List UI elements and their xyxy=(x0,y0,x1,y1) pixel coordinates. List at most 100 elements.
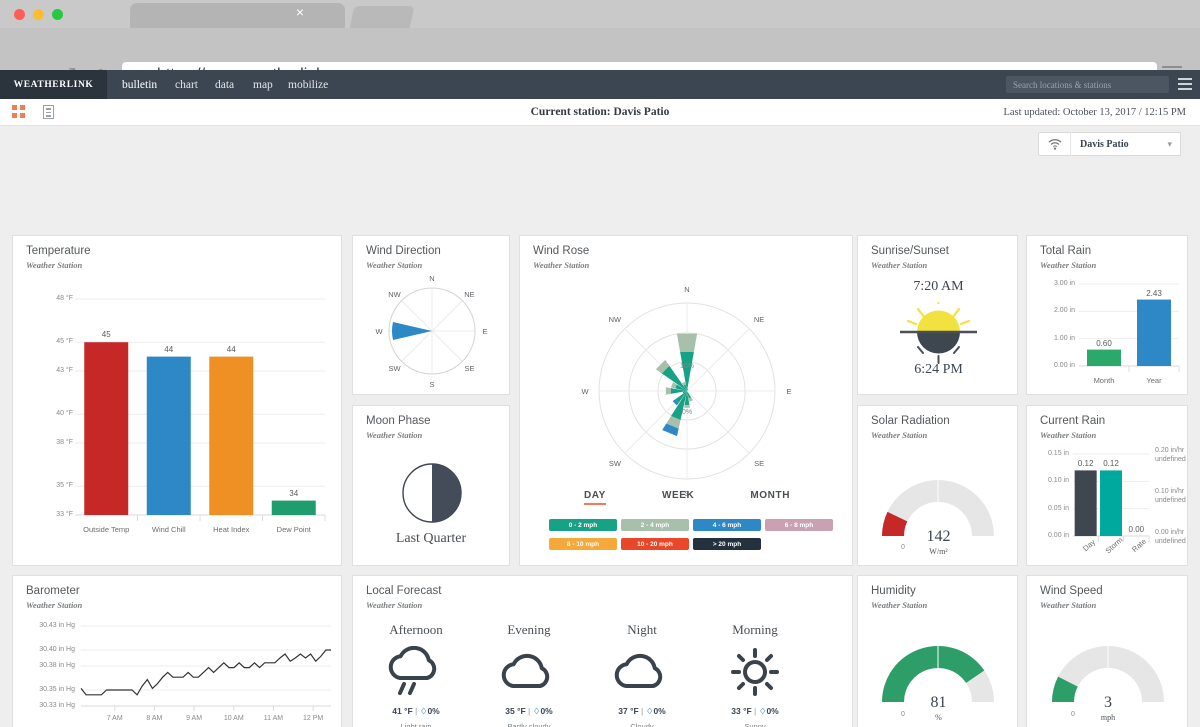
forecast-precip: 0% xyxy=(766,706,778,716)
nav-item-data[interactable]: data xyxy=(215,70,234,99)
card-total-rain[interactable]: Total Rain Weather Station 3.00 in2.00 i… xyxy=(1026,235,1188,395)
current-rain-y-tick: 0.10 in xyxy=(1031,477,1069,484)
card-subtitle: Weather Station xyxy=(26,600,82,610)
wind-rose-tab-day[interactable]: DAY xyxy=(584,490,606,505)
temperature-bar-value: 34 xyxy=(269,489,319,498)
temperature-y-tick: 43 °F xyxy=(39,367,73,374)
weatherlink-app: WEATHERLINK bulletin chart data map mobi… xyxy=(0,70,1200,727)
card-current-rain[interactable]: Current Rain Weather Station 0.15 in0.10… xyxy=(1026,405,1188,566)
separator: | xyxy=(754,706,756,716)
card-sunrise-sunset[interactable]: Sunrise/Sunset Weather Station 7:20 AM xyxy=(857,235,1018,395)
forecast-column: Night37 °F | ♢0%Cloudy xyxy=(587,622,697,727)
wind-rose-legend-item: 4 - 6 mph xyxy=(693,519,761,531)
barometer-y-tick: 30.43 in Hg xyxy=(19,622,75,629)
close-tab-icon[interactable]: × xyxy=(293,6,307,20)
barometer-y-tick: 30.35 in Hg xyxy=(19,686,75,693)
wind-rose-period-tabs[interactable]: DAY WEEK MONTH xyxy=(520,490,854,505)
close-window-button[interactable] xyxy=(14,9,25,20)
humidity-value: 81 xyxy=(858,694,1019,712)
browser-tab-inactive[interactable] xyxy=(350,6,415,28)
card-solar-radiation[interactable]: Solar Radiation Weather Station 142 W/m²… xyxy=(857,405,1018,566)
wind-rose-legend-item: 2 - 4 mph xyxy=(621,519,689,531)
card-title: Temperature xyxy=(26,245,91,257)
card-subtitle: Weather Station xyxy=(1040,260,1096,270)
browser-window: × ← → ↻ ☖ https://www.weatherlink.com WE… xyxy=(0,0,1200,727)
compass-label-sw: SW xyxy=(381,364,409,373)
wind-rose-tab-month[interactable]: MONTH xyxy=(750,490,790,505)
card-title: Humidity xyxy=(871,585,916,597)
wind-rose-legend-item: 10 - 20 mph xyxy=(621,538,689,550)
forecast-period: Night xyxy=(587,622,697,638)
card-local-forecast[interactable]: Local Forecast Weather Station Afternoon… xyxy=(352,575,853,727)
card-temperature[interactable]: Temperature Weather Station 48 °F45 °F43… xyxy=(12,235,342,566)
wind-rose-tab-week[interactable]: WEEK xyxy=(662,490,694,505)
sun-icon xyxy=(719,646,791,698)
sunrise-time: 7:20 AM xyxy=(858,279,1019,295)
separator: | xyxy=(528,706,530,716)
app-logo[interactable]: WEATHERLINK xyxy=(0,70,107,99)
total-rain-bar-value: 0.60 xyxy=(1082,339,1126,348)
card-barometer[interactable]: Barometer Weather Station 30.43 in Hg30.… xyxy=(12,575,342,727)
separator: | xyxy=(641,706,643,716)
card-wind-speed[interactable]: Wind Speed Weather Station 3 mph 0 xyxy=(1026,575,1188,727)
last-updated-text: Last updated: October 13, 2017 / 12:15 P… xyxy=(1003,99,1186,126)
card-title: Sunrise/Sunset xyxy=(871,245,949,257)
forecast-temp-value: 37 °F xyxy=(618,706,638,716)
card-subtitle: Weather Station xyxy=(26,260,82,270)
dashboard-grid: Temperature Weather Station 48 °F45 °F43… xyxy=(0,126,1200,727)
nav-item-mobilize[interactable]: mobilize xyxy=(288,70,328,99)
wind-rose-polar-chart: 10% 0% xyxy=(520,268,854,483)
temperature-y-tick: 38 °F xyxy=(39,439,73,446)
browser-tab-active[interactable] xyxy=(130,3,345,28)
card-title: Current Rain xyxy=(1040,415,1105,427)
forecast-icon-wrap xyxy=(474,646,584,698)
wind-rose-legend-item: 8 - 10 mph xyxy=(549,538,617,550)
card-moon-phase[interactable]: Moon Phase Weather Station Last Quarter xyxy=(352,405,510,566)
wind-rose-legend-item: > 20 mph xyxy=(693,538,761,550)
total-rain-category-label: Month xyxy=(1079,376,1129,385)
sunset-time: 6:24 PM xyxy=(858,362,1019,378)
nav-item-chart[interactable]: chart xyxy=(175,70,198,99)
card-subtitle: Weather Station xyxy=(871,260,927,270)
card-humidity[interactable]: Humidity Weather Station 81 % 0 xyxy=(857,575,1018,727)
forecast-precip: 0% xyxy=(427,706,439,716)
total-rain-y-tick: 0.00 in xyxy=(1035,362,1075,369)
forecast-temp: 37 °F | ♢0% xyxy=(587,706,697,717)
search-input[interactable] xyxy=(1006,76,1169,93)
card-subtitle: Weather Station xyxy=(871,600,927,610)
nav-item-bulletin[interactable]: bulletin xyxy=(122,70,157,99)
barometer-line-chart xyxy=(13,614,343,727)
card-wind-rose[interactable]: Wind Rose Weather Station 10% 0% NNEESES… xyxy=(519,235,853,566)
temperature-bar-chart xyxy=(13,277,343,567)
compass-label-nw: NW xyxy=(381,290,409,299)
minimize-window-button[interactable] xyxy=(33,9,44,20)
forecast-description: Light rain xyxy=(361,722,471,727)
current-rain-y2-tick: 0.20 in/hrundefined xyxy=(1155,446,1189,464)
maximize-window-button[interactable] xyxy=(52,9,63,20)
stations-list-icon[interactable] xyxy=(1178,78,1192,90)
compass-label-se: SE xyxy=(455,364,483,373)
wind-rose-compass-w: W xyxy=(571,387,599,396)
card-subtitle: Weather Station xyxy=(1040,600,1096,610)
card-title: Wind Speed xyxy=(1040,585,1103,597)
wind-rose-compass-e: E xyxy=(775,387,803,396)
total-rain-y-tick: 3.00 in xyxy=(1035,280,1075,287)
compass-label-s: S xyxy=(418,380,446,389)
browser-tabstrip: × xyxy=(0,0,1200,28)
barometer-y-tick: 30.33 in Hg xyxy=(19,702,75,709)
forecast-precip: 0% xyxy=(653,706,665,716)
forecast-icon-wrap xyxy=(361,646,471,698)
nav-item-map[interactable]: map xyxy=(253,70,273,99)
card-subtitle: Weather Station xyxy=(1040,430,1096,440)
card-wind-direction[interactable]: Wind Direction Weather Station NNEESESSW… xyxy=(352,235,510,395)
solar-radiation-min: 0 xyxy=(901,544,905,551)
sun-horizon-icon xyxy=(858,299,1019,365)
temperature-bar-value: 45 xyxy=(81,330,131,339)
station-bar: Current station: Davis Patio Last update… xyxy=(0,99,1200,126)
window-controls[interactable] xyxy=(14,9,76,20)
humidity-unit: % xyxy=(858,713,1019,722)
compass-label-n: N xyxy=(418,274,446,283)
wind-rose-compass-ne: NE xyxy=(745,315,773,324)
forecast-column: Evening35 °F | ♢0%Partly cloudy xyxy=(474,622,584,727)
moon-phase-icon xyxy=(353,458,511,528)
